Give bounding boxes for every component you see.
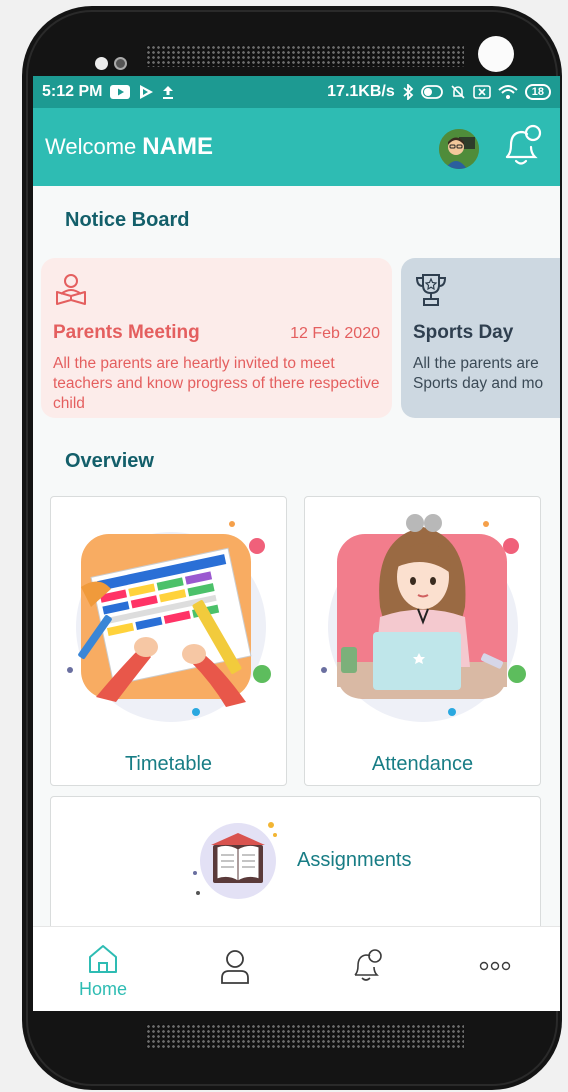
welcome-text: Welcome NAME xyxy=(45,133,213,161)
bell-icon xyxy=(354,949,382,981)
muted-bell-icon xyxy=(450,84,466,100)
teacher-avatar-icon xyxy=(439,129,479,169)
nav-home[interactable]: Home xyxy=(63,943,143,1000)
nav-profile[interactable] xyxy=(195,949,275,989)
notice-board-title: Notice Board xyxy=(65,209,190,231)
open-book-icon xyxy=(193,822,277,899)
assignments-tile[interactable]: Assignments xyxy=(50,796,541,936)
speaker-grille xyxy=(146,1024,464,1050)
user-name: NAME xyxy=(142,133,213,160)
timetable-tile[interactable]: Timetable xyxy=(50,496,287,786)
nav-more[interactable] xyxy=(455,957,535,976)
reading-person-icon xyxy=(53,274,89,312)
sensor-dot xyxy=(95,57,108,70)
notice-body: All the parents are heartly invited to m… xyxy=(53,355,380,412)
notice-card-parents-meeting[interactable]: Parents Meeting 12 Feb 2020 All the pare… xyxy=(41,258,392,418)
notice-body-line: Sports day and mo xyxy=(413,375,544,392)
notice-body: All the parents are Sports day and mo xyxy=(413,354,560,394)
play-store-icon xyxy=(138,84,154,100)
timetable-illustration-icon xyxy=(67,521,271,722)
upload-icon xyxy=(162,85,174,99)
status-time: 5:12 PM xyxy=(42,83,103,100)
welcome-label: Welcome xyxy=(45,134,137,159)
bottom-navigation: Home xyxy=(33,926,560,1011)
notice-title: Sports Day xyxy=(413,322,514,343)
camera-lens xyxy=(478,36,514,72)
sim-off-icon xyxy=(472,85,491,99)
timetable-label: Timetable xyxy=(124,753,213,775)
notification-bell-icon[interactable] xyxy=(499,121,545,173)
attendance-tile[interactable]: Attendance xyxy=(304,496,541,786)
assignments-label: Assignments xyxy=(297,849,412,871)
home-icon xyxy=(89,945,117,973)
notice-card-sports-day[interactable]: Sports Day All the parents are Sports da… xyxy=(401,258,560,418)
notice-date: 12 Feb 2020 xyxy=(290,325,380,342)
toggle-icon xyxy=(420,85,443,99)
earpiece-grille xyxy=(146,45,464,67)
nav-notifications[interactable] xyxy=(327,947,407,987)
notice-body-line: All the parents are xyxy=(413,355,539,372)
app-screen: 5:12 PM 17.1KB/s 18 Welcome NAME Notice … xyxy=(33,76,560,1011)
status-bar: 5:12 PM 17.1KB/s 18 xyxy=(33,76,560,108)
attendance-label: Attendance xyxy=(371,753,474,775)
battery-level: 18 xyxy=(524,84,551,100)
bluetooth-icon xyxy=(402,84,414,100)
network-speed: 17.1KB/s xyxy=(327,83,395,100)
app-header: Welcome NAME xyxy=(33,108,560,186)
attendance-illustration-icon xyxy=(321,514,526,722)
avatar[interactable] xyxy=(439,129,479,169)
profile-icon xyxy=(221,950,249,984)
notice-title: Parents Meeting xyxy=(53,322,200,343)
front-camera xyxy=(114,57,127,70)
nav-home-label: Home xyxy=(78,979,127,999)
youtube-icon xyxy=(110,85,131,99)
trophy-icon xyxy=(413,274,449,312)
overview-title: Overview xyxy=(65,450,154,472)
more-icon xyxy=(479,961,511,971)
wifi-icon xyxy=(498,84,518,100)
